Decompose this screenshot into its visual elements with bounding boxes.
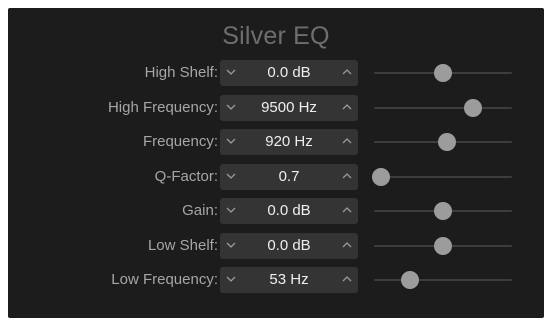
chevron-down-icon: [226, 138, 236, 145]
decrement-button[interactable]: [220, 129, 242, 155]
parameter-label: Frequency:: [142, 133, 218, 150]
slider-thumb[interactable]: [464, 99, 483, 117]
parameter-label: Q-Factor:: [154, 168, 218, 185]
parameter-slider[interactable]: [371, 164, 512, 190]
parameter-row: Low Frequency: 53 Hz: [8, 267, 544, 293]
decrement-button[interactable]: [220, 60, 242, 86]
parameter-label: High Shelf:: [144, 64, 218, 81]
chevron-down-icon: [226, 69, 236, 76]
value-stepper: 920 Hz: [220, 129, 358, 155]
parameter-row: Q-Factor: 0.7: [8, 164, 544, 190]
chevron-down-icon: [226, 242, 236, 249]
slider-thumb[interactable]: [438, 133, 457, 151]
increment-button[interactable]: [336, 164, 358, 190]
value-stepper: 53 Hz: [220, 267, 358, 293]
parameter-label: Low Frequency:: [111, 271, 218, 288]
chevron-up-icon: [342, 276, 352, 282]
increment-button[interactable]: [336, 95, 358, 121]
value-field[interactable]: 0.0 dB: [242, 198, 336, 224]
parameter-label: Low Shelf:: [147, 237, 218, 254]
slider-thumb[interactable]: [434, 64, 452, 82]
decrement-button[interactable]: [220, 95, 242, 121]
parameter-row: High Shelf: 0.0 dB: [8, 60, 544, 86]
decrement-button[interactable]: [220, 198, 242, 224]
slider-thumb[interactable]: [371, 168, 390, 186]
value-field[interactable]: 0.0 dB: [242, 233, 336, 259]
value-field[interactable]: 0.0 dB: [242, 60, 336, 86]
decrement-button[interactable]: [220, 267, 242, 293]
plugin-title: Silver EQ: [222, 22, 330, 50]
value-stepper: 0.0 dB: [220, 233, 358, 259]
parameter-row: Frequency: 920 Hz: [8, 129, 544, 155]
value-stepper: 9500 Hz: [220, 95, 358, 121]
value-stepper: 0.0 dB: [220, 198, 358, 224]
decrement-button[interactable]: [220, 164, 242, 190]
parameter-slider[interactable]: [374, 267, 512, 293]
value-stepper: 0.7: [220, 164, 358, 190]
chevron-down-icon: [226, 207, 236, 214]
chevron-down-icon: [226, 104, 236, 111]
parameter-row: Low Shelf: 0.0 dB: [8, 233, 544, 259]
parameter-slider[interactable]: [374, 129, 512, 155]
parameter-slider[interactable]: [374, 95, 512, 121]
chevron-up-icon: [342, 242, 352, 248]
slider-thumb[interactable]: [400, 271, 419, 289]
parameter-row: High Frequency: 9500 Hz: [8, 95, 544, 121]
chevron-down-icon: [226, 276, 236, 283]
parameter-slider[interactable]: [374, 233, 512, 259]
chevron-down-icon: [226, 173, 236, 180]
value-field[interactable]: 53 Hz: [242, 267, 336, 293]
decrement-button[interactable]: [220, 233, 242, 259]
value-field[interactable]: 0.7: [242, 164, 336, 190]
value-field[interactable]: 920 Hz: [242, 129, 336, 155]
slider-thumb[interactable]: [434, 237, 452, 255]
chevron-up-icon: [342, 173, 352, 179]
parameter-row: Gain: 0.0 dB: [8, 198, 544, 224]
chevron-up-icon: [342, 138, 352, 144]
chevron-up-icon: [342, 104, 352, 110]
increment-button[interactable]: [336, 267, 358, 293]
value-stepper: 0.0 dB: [220, 60, 358, 86]
parameter-label: High Frequency:: [107, 99, 218, 116]
chevron-up-icon: [342, 207, 352, 213]
parameter-label: Gain:: [182, 202, 218, 219]
slider-track: [374, 279, 512, 281]
slider-thumb[interactable]: [434, 202, 452, 220]
chevron-up-icon: [342, 69, 352, 75]
slider-track: [374, 107, 512, 109]
increment-button[interactable]: [336, 198, 358, 224]
increment-button[interactable]: [336, 129, 358, 155]
eq-panel: Silver EQ High Shelf: 0.0 dB High Freque…: [8, 8, 544, 318]
slider-track: [374, 176, 512, 178]
value-field[interactable]: 9500 Hz: [242, 95, 336, 121]
parameter-slider[interactable]: [374, 198, 512, 224]
parameter-slider[interactable]: [374, 60, 512, 86]
increment-button[interactable]: [336, 233, 358, 259]
increment-button[interactable]: [336, 60, 358, 86]
